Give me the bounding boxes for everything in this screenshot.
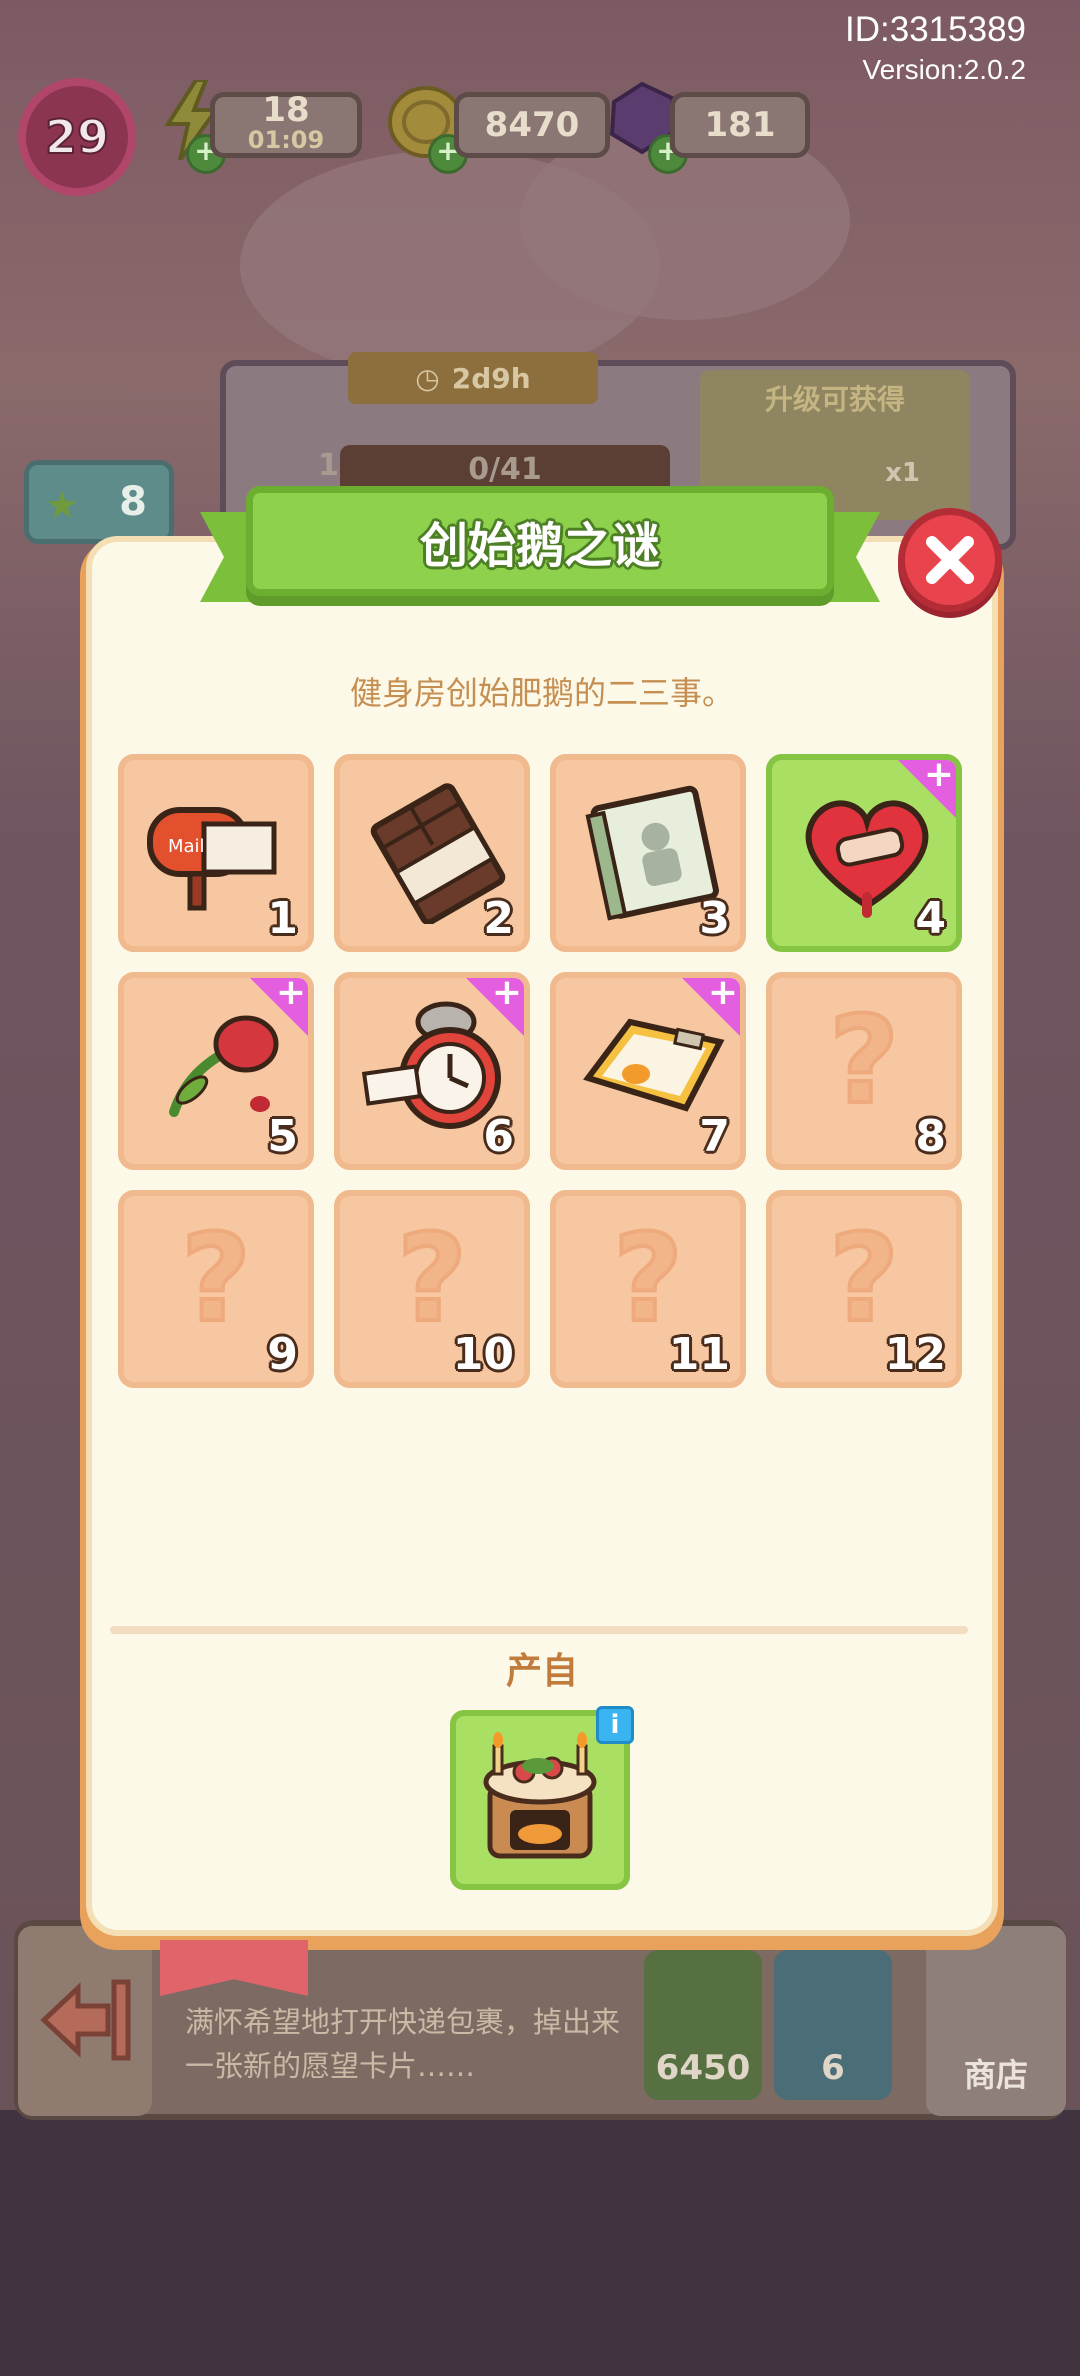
player-level-badge[interactable]: 29 — [18, 78, 136, 196]
coin-cost-value: 6 — [821, 2048, 845, 2088]
energy-value: 18 — [262, 90, 310, 130]
gem-cost-value: 6450 — [655, 2048, 751, 2088]
goose-star-badge[interactable]: ★ 8 — [24, 460, 174, 544]
slot-number: 6 — [483, 1111, 514, 1162]
info-icon: i — [610, 1710, 620, 1740]
modal-title-banner: 创始鹅之谜 — [246, 486, 834, 596]
slot-number: 12 — [884, 1329, 946, 1380]
close-icon — [926, 536, 974, 584]
coin-cost-button[interactable]: 6 — [774, 1950, 892, 2100]
coins-counter: 8470 — [454, 92, 610, 158]
slot-number: 2 — [483, 893, 514, 944]
event-timer-banner: ◷ 2d9h — [348, 352, 598, 404]
svg-text:Mail: Mail — [168, 836, 205, 857]
energy-counter: 18 01:09 — [210, 92, 362, 158]
collection-slot-1[interactable]: Mail 1 — [118, 754, 314, 952]
modal-title: 创始鹅之谜 — [419, 518, 660, 574]
shop-button[interactable]: 商店 — [926, 1926, 1066, 2116]
upgrade-label: 升级可获得 — [764, 383, 905, 416]
collection-slot-11[interactable]: ? 11 — [550, 1190, 746, 1388]
slot-number: 8 — [915, 1111, 946, 1162]
event-panel-level: 1 — [318, 448, 339, 483]
collection-slot-4[interactable]: +4 — [766, 754, 962, 952]
gem-cost-button[interactable]: 6450 — [644, 1950, 762, 2100]
slot-number: 3 — [699, 893, 730, 944]
clock-icon: ◷ — [415, 361, 440, 395]
divider — [110, 1626, 968, 1634]
collection-slot-5[interactable]: +5 — [118, 972, 314, 1170]
slot-number: 7 — [699, 1111, 730, 1162]
gems-value: 181 — [704, 105, 776, 145]
reward-count: x1 — [885, 458, 920, 488]
slot-number: 5 — [267, 1111, 298, 1162]
slot-number: 9 — [267, 1329, 298, 1380]
energy-timer: 01:09 — [247, 126, 325, 154]
exit-icon — [40, 1979, 131, 2061]
shop-label: 商店 — [963, 2056, 1028, 2094]
gems-counter: 181 — [670, 92, 810, 158]
app-version: Version:2.0.2 — [862, 54, 1026, 85]
background-footer — [0, 2110, 1080, 2376]
collection-slot-3[interactable]: 3 — [550, 754, 746, 952]
event-progress-text: 0/41 — [468, 452, 542, 487]
collection-slot-8[interactable]: ? 8 — [766, 972, 962, 1170]
slot-number: 10 — [452, 1329, 514, 1380]
collection-slot-9[interactable]: ? 9 — [118, 1190, 314, 1388]
collection-slot-12[interactable]: ? 12 — [766, 1190, 962, 1388]
source-label: 产自 — [505, 1651, 578, 1692]
player-id: ID:3315389 — [845, 10, 1026, 49]
player-level-value: 29 — [44, 109, 110, 165]
item-description: 满怀希望地打开快递包裹，掉出来一张新的愿望卡片…… — [185, 2005, 621, 2083]
collection-slot-10[interactable]: ? 10 — [334, 1190, 530, 1388]
event-timer-text: 2d9h — [451, 361, 531, 395]
slot-number: 1 — [267, 893, 298, 944]
info-button[interactable]: i — [596, 1706, 634, 1744]
exit-button[interactable] — [18, 1926, 152, 2116]
collection-slot-7[interactable]: +7 — [550, 972, 746, 1170]
star-icon: ★ — [45, 483, 80, 527]
collection-slot-6[interactable]: +6 — [334, 972, 530, 1170]
collection-slot-2[interactable]: 2 — [334, 754, 530, 952]
slot-number: 4 — [915, 893, 946, 944]
slot-number: 11 — [668, 1329, 730, 1380]
close-button[interactable] — [898, 508, 1002, 612]
coins-value: 8470 — [484, 105, 580, 145]
goose-star-count: 8 — [119, 479, 147, 525]
modal-subtitle: 健身房创始肥鹅的二三事。 — [349, 674, 734, 712]
